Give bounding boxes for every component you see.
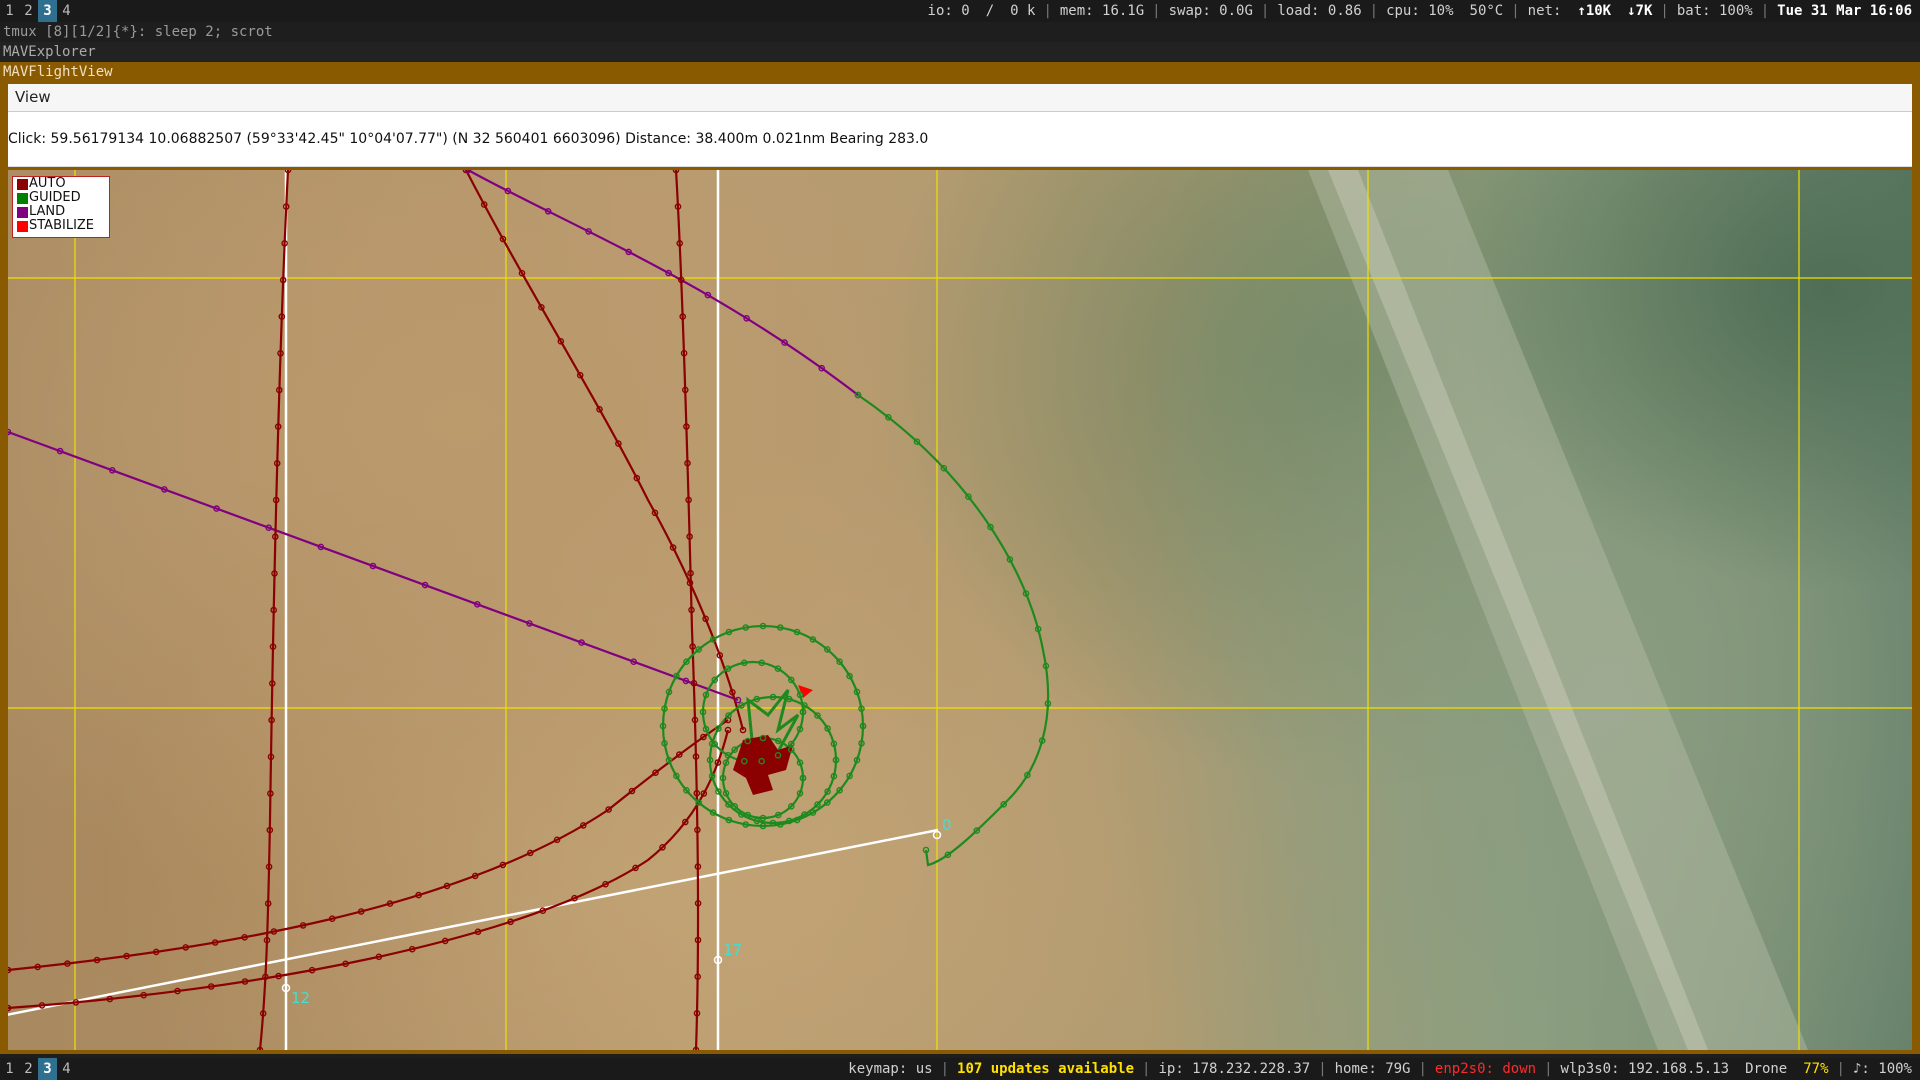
auto-track-4 xyxy=(8,719,729,972)
swap-status: swap: 0.0G xyxy=(1168,3,1253,19)
net-up: ↑10K xyxy=(1577,3,1612,19)
waypoint-label-17: 17 xyxy=(723,941,742,959)
legend-swatch-stabilize xyxy=(17,221,28,232)
ethernet-status: enp2s0: down xyxy=(1434,1061,1537,1077)
cpu-status: cpu: 10% xyxy=(1386,3,1454,19)
wifi-signal: 77% xyxy=(1803,1061,1829,1077)
legend-item-stabilize: STABILIZE xyxy=(13,219,109,233)
updates-status[interactable]: 107 updates available xyxy=(949,1061,1142,1077)
workspace-2[interactable]: 2 xyxy=(19,0,38,22)
satellite-map-view[interactable]: 0 12 17 AUTO GUIDED LAND STABILIZE xyxy=(8,170,1912,1050)
workspace-4[interactable]: 4 xyxy=(57,1058,76,1080)
guided-circle-1 xyxy=(661,624,865,828)
view-menu[interactable]: View xyxy=(15,88,51,106)
net-status-label: net: xyxy=(1527,3,1562,19)
waypoint-markers xyxy=(281,830,942,993)
keymap-status: keymap: us xyxy=(848,1061,933,1077)
wifi-status: wlp3s0: 192.168.5.13 xyxy=(1560,1061,1730,1077)
waypoint-label-12: 12 xyxy=(291,989,310,1007)
workspace-4[interactable]: 4 xyxy=(57,0,76,22)
legend-item-guided: GUIDED xyxy=(13,191,109,205)
io-kb-status: 0 k xyxy=(1010,3,1036,19)
land-track-1 xyxy=(8,430,739,702)
io-status: io: 0 xyxy=(927,3,970,19)
home-disk-status: home: 79G xyxy=(1334,1061,1411,1077)
tmux-status-line: tmux [8][1/2]{*}: sleep 2; scrot xyxy=(0,22,1920,42)
top-status-bar: 1 2 3 4 io: 0 / 0 k | mem: 16.1G | swap:… xyxy=(0,0,1920,22)
legend-swatch-auto xyxy=(17,179,28,190)
workspace-switcher[interactable]: 1 2 3 4 xyxy=(0,0,76,22)
legend-swatch-guided xyxy=(17,193,28,204)
waypoint-label-0: 0 xyxy=(942,816,952,834)
legend-swatch-land xyxy=(17,207,28,218)
click-info-panel: Click: 59.56179134 10.06882507 (59°33'42… xyxy=(8,112,1912,167)
workspace-2[interactable]: 2 xyxy=(19,1058,38,1080)
system-status: io: 0 / 0 k | mem: 16.1G | swap: 0.0G | … xyxy=(920,0,1920,22)
workspace-3-active[interactable]: 3 xyxy=(38,0,57,22)
workspace-3-active[interactable]: 3 xyxy=(38,1058,57,1080)
mission-lines xyxy=(8,170,939,1050)
net-down: ↓7K xyxy=(1627,3,1653,19)
auto-track-1 xyxy=(258,170,290,1050)
auto-track-5 xyxy=(8,729,730,1010)
legend-item-auto: AUTO xyxy=(13,177,109,191)
workspace-1[interactable]: 1 xyxy=(0,0,19,22)
temp-status: 50°C xyxy=(1469,3,1504,19)
bottom-status-bar: 1 2 3 4 keymap: us | 107 updates availab… xyxy=(0,1058,1920,1080)
battery-status: bat: 100% xyxy=(1676,3,1753,19)
workspace-1[interactable]: 1 xyxy=(0,1058,19,1080)
guided-spiral xyxy=(857,394,1050,867)
window-title-mavexplorer[interactable]: MAVExplorer xyxy=(0,42,1920,62)
system-status-bottom: keymap: us | 107 updates available | ip:… xyxy=(840,1058,1920,1080)
flight-track-overlay: 0 12 17 xyxy=(8,170,1912,1050)
click-info-text: Click: 59.56179134 10.06882507 (59°33'42… xyxy=(8,131,929,147)
clock: Tue 31 Mar 16:06 xyxy=(1777,3,1912,19)
workspace-switcher-bottom[interactable]: 1 2 3 4 xyxy=(0,1058,76,1080)
io-separator: / xyxy=(985,3,995,19)
volume-status: ♪: 100% xyxy=(1852,1061,1912,1077)
ip-status: ip: 178.232.228.37 xyxy=(1158,1061,1311,1077)
load-status: load: 0.86 xyxy=(1277,3,1362,19)
legend-item-land: LAND xyxy=(13,205,109,219)
flight-mode-legend: AUTO GUIDED LAND STABILIZE xyxy=(12,176,110,238)
menu-bar: View xyxy=(8,84,1912,112)
mem-status: mem: 16.1G xyxy=(1059,3,1145,19)
window-title-mavflightview[interactable]: MAVFlightView xyxy=(0,62,1920,82)
wifi-network-name: Drone xyxy=(1745,1061,1788,1077)
